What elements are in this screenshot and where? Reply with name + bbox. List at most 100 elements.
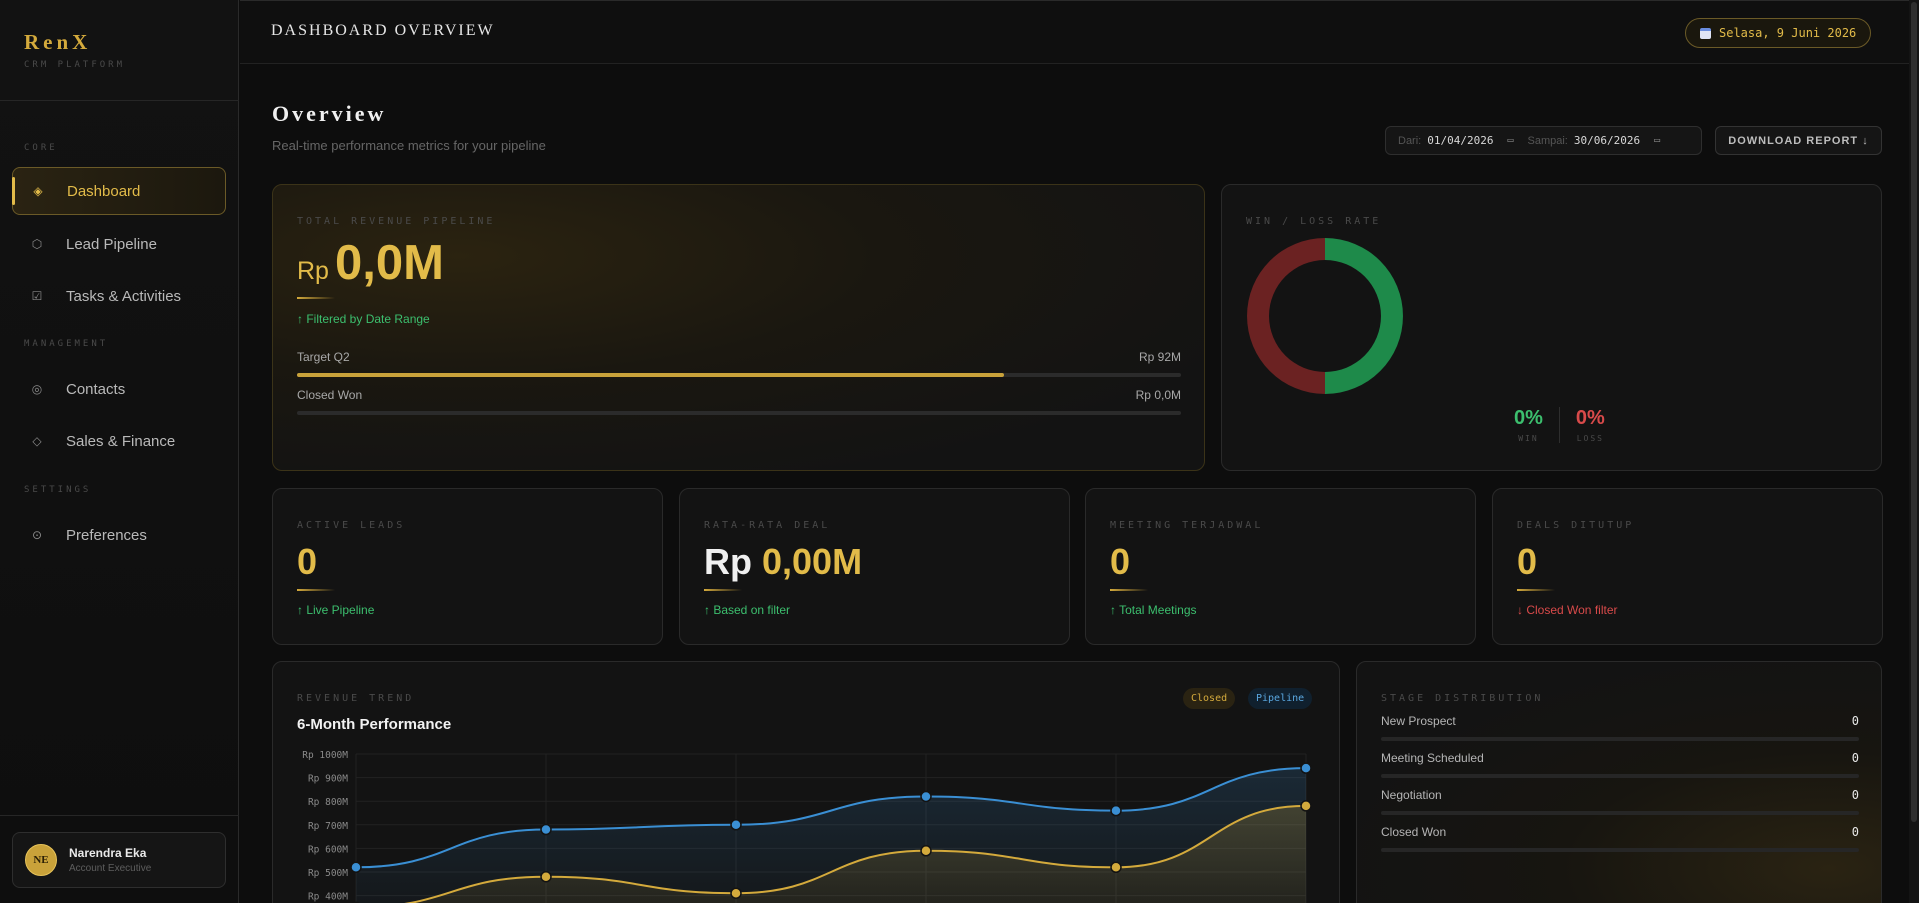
hexagon-icon: ⬡ <box>31 237 43 251</box>
sidebar: RenX CRM PLATFORM CORE ◈ Dashboard ⬡ Lea… <box>0 0 239 903</box>
donut-loss-segment <box>1247 238 1325 394</box>
kpi-amount: 0,00M <box>762 541 863 582</box>
stage-row: Meeting Scheduled 0 <box>1381 751 1859 778</box>
target-value: Rp 92M <box>1138 350 1181 364</box>
target-progress: Target Q2 Rp 92M <box>297 350 1181 377</box>
sidebar-item-tasks[interactable]: ☑ Tasks & Activities <box>12 272 226 320</box>
y-tick-label: Rp 600M <box>308 844 348 855</box>
stage-count: 0 <box>1851 751 1859 765</box>
scrollbar-thumb[interactable] <box>1911 2 1917 822</box>
target-progress-fill <box>297 373 1005 377</box>
diamond-outline-icon: ◇ <box>32 434 42 448</box>
data-point-closed <box>730 887 742 899</box>
to-date-input[interactable]: 30/06/2026 <box>1574 134 1640 147</box>
card-label: MEETING TERJADWAL <box>1110 520 1264 531</box>
kpi-avg-deal: RATA-RATA DEAL Rp 0,00M ↑ Based on filte… <box>679 488 1070 645</box>
brand-subtitle: CRM PLATFORM <box>24 60 126 70</box>
kpi-currency: Rp <box>704 541 752 582</box>
kpi-meetings: MEETING TERJADWAL 0 ↑ Total Meetings <box>1085 488 1476 645</box>
sidebar-footer-divider <box>0 815 239 816</box>
accent-line <box>704 589 742 591</box>
sidebar-item-label: Dashboard <box>67 182 141 200</box>
current-date-text: Selasa, 9 Juni 2026 <box>1719 26 1857 40</box>
kpi-value: 0 <box>297 541 318 582</box>
user-name: Narendra Eka <box>69 846 147 860</box>
data-point-closed <box>540 870 552 883</box>
from-label: Dari: <box>1398 134 1422 147</box>
stage-row: Negotiation 0 <box>1381 788 1859 815</box>
stage-row: New Prospect 0 <box>1381 714 1859 741</box>
sidebar-item-dashboard[interactable]: ◈ Dashboard <box>12 167 226 215</box>
chart-title: 6-Month Performance <box>297 716 452 733</box>
revenue-trend-chart: Rp 1000M Rp 900M Rp 800M Rp 700M Rp 600M Rp 5… <box>302 750 1312 903</box>
y-tick-label: Rp 1000M <box>302 750 348 761</box>
stage-label: Meeting Scheduled <box>1381 751 1484 765</box>
win-loss-card: WIN / LOSS RATE 0% WIN 0% LOSS <box>1221 184 1882 471</box>
calendar-icon[interactable]: ▭ <box>1654 135 1660 146</box>
section-label-settings: SETTINGS <box>24 485 92 495</box>
revenue-currency: Rp <box>297 257 329 285</box>
sidebar-item-lead-pipeline[interactable]: ⬡ Lead Pipeline <box>12 220 226 268</box>
data-point-pipeline <box>1110 804 1122 817</box>
to-label: Sampai: <box>1527 134 1568 147</box>
closed-value: Rp 0,0M <box>1135 388 1181 402</box>
win-loss-donut <box>1247 238 1403 394</box>
data-point-pipeline <box>1300 762 1312 774</box>
revenue-value: Rp 0,0M <box>297 235 444 291</box>
from-date-input[interactable]: 01/04/2026 <box>1427 134 1493 147</box>
sidebar-item-contacts[interactable]: ◎ Contacts <box>12 365 226 413</box>
legend-closed[interactable]: Closed <box>1183 688 1236 709</box>
revenue-amount: 0,0M <box>334 236 444 290</box>
loss-caption: LOSS <box>1576 434 1604 443</box>
data-point-closed <box>1300 800 1312 812</box>
data-point-pipeline <box>920 790 932 803</box>
legend-pipeline[interactable]: Pipeline <box>1248 688 1313 709</box>
user-profile-card[interactable]: NE Narendra Eka Account Executive <box>12 832 226 888</box>
sidebar-item-sales-finance[interactable]: ◇ Sales & Finance <box>12 417 226 465</box>
win-caption: WIN <box>1518 434 1539 443</box>
calendar-icon <box>1700 27 1711 39</box>
stage-bar <box>1381 737 1859 741</box>
stage-label: Negotiation <box>1381 788 1442 802</box>
y-tick-label: Rp 900M <box>308 774 348 785</box>
closed-label: Closed Won <box>297 388 363 402</box>
checkbox-icon: ☑ <box>31 289 43 303</box>
win-loss-stats: 0% WIN 0% LOSS <box>1498 407 1621 443</box>
y-tick-label: Rp 700M <box>308 821 348 832</box>
data-point-closed <box>920 845 932 857</box>
card-label: RATA-RATA DEAL <box>704 520 831 531</box>
sidebar-item-preferences[interactable]: ⊙ Preferences <box>12 511 226 559</box>
card-label: ACTIVE LEADS <box>297 520 406 531</box>
stage-label: Closed Won <box>1381 825 1447 839</box>
accent-line <box>297 297 335 299</box>
brand[interactable]: RenX CRM PLATFORM <box>24 30 125 70</box>
date-range-filter: Dari: 01/04/2026 ▭ Sampai: 30/06/2026 ▭ <box>1385 126 1702 155</box>
brand-logo[interactable]: RenX <box>24 30 125 55</box>
y-tick-label: Rp 500M <box>308 868 348 879</box>
data-point-pipeline <box>540 823 552 836</box>
stage-bar <box>1381 774 1859 778</box>
donut-win-segment <box>1325 238 1403 394</box>
sidebar-item-label: Sales & Finance <box>66 432 176 450</box>
card-label: DEALS DITUTUP <box>1517 520 1635 531</box>
kpi-deals-closed: DEALS DITUTUP 0 ↓ Closed Won filter <box>1492 488 1883 645</box>
accent-line <box>1517 589 1555 591</box>
page-title: Overview <box>272 101 387 126</box>
section-label-core: CORE <box>24 143 58 153</box>
accent-line <box>1110 589 1148 591</box>
calendar-icon[interactable]: ▭ <box>1507 135 1513 146</box>
data-point-pipeline <box>730 819 742 831</box>
circle-dot-icon: ⊙ <box>31 528 43 542</box>
target-icon: ◎ <box>31 382 43 396</box>
stage-label: New Prospect <box>1381 714 1456 728</box>
loss-percentage: 0% <box>1575 407 1605 429</box>
closed-won-progress: Closed Won Rp 0,0M <box>297 388 1181 415</box>
stage-count: 0 <box>1851 788 1859 802</box>
target-label: Target Q2 <box>297 350 350 364</box>
win-percentage: 0% <box>1514 407 1543 429</box>
stage-row: Closed Won 0 <box>1381 825 1859 852</box>
card-label: TOTAL REVENUE PIPELINE <box>297 216 496 227</box>
download-report-button[interactable]: DOWNLOAD REPORT ↓ <box>1715 126 1882 155</box>
page-scrollbar[interactable] <box>1909 0 1919 903</box>
sidebar-item-label: Contacts <box>66 380 126 398</box>
